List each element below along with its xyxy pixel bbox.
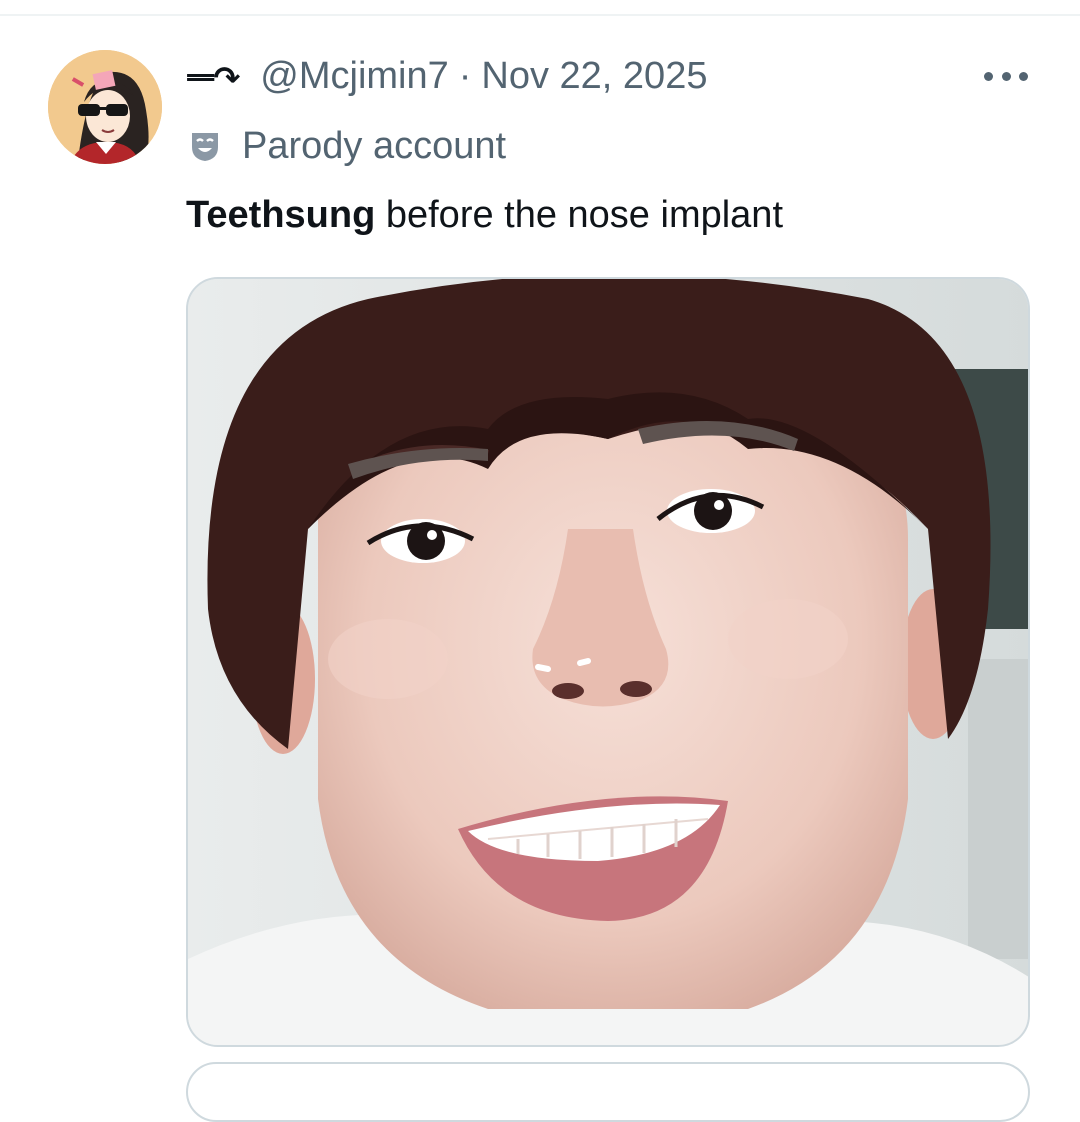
parody-label-text: Parody account xyxy=(242,124,507,167)
tweet-text: Teethsung before the nose implant xyxy=(186,190,783,240)
more-options-button[interactable] xyxy=(984,60,1028,92)
user-handle[interactable]: @Mcjimin7 xyxy=(260,55,448,98)
more-dot xyxy=(1019,71,1028,81)
more-dot xyxy=(1001,71,1011,81)
tweet-header: ᆖ↷ @Mcjimin7 · Nov 22, 2025 xyxy=(186,52,707,100)
top-divider xyxy=(0,14,1080,16)
cartoon-avatar-icon xyxy=(48,50,162,164)
next-card-edge xyxy=(186,1062,1030,1122)
tweet-text-body: before the nose implant xyxy=(375,194,783,236)
more-horizontal-icon xyxy=(984,71,993,81)
tweet-date[interactable]: Nov 22, 2025 xyxy=(481,55,707,98)
tweet-text-mention: Teethsung xyxy=(186,194,376,236)
parody-mask-icon xyxy=(192,133,218,161)
parody-label[interactable]: Parody account xyxy=(188,122,506,170)
display-name[interactable]: ᆖ↷ xyxy=(186,53,240,99)
photo-icon xyxy=(188,279,1028,1045)
separator-dot: · xyxy=(458,54,472,97)
tweet-media[interactable] xyxy=(186,277,1030,1047)
avatar[interactable] xyxy=(48,50,162,164)
